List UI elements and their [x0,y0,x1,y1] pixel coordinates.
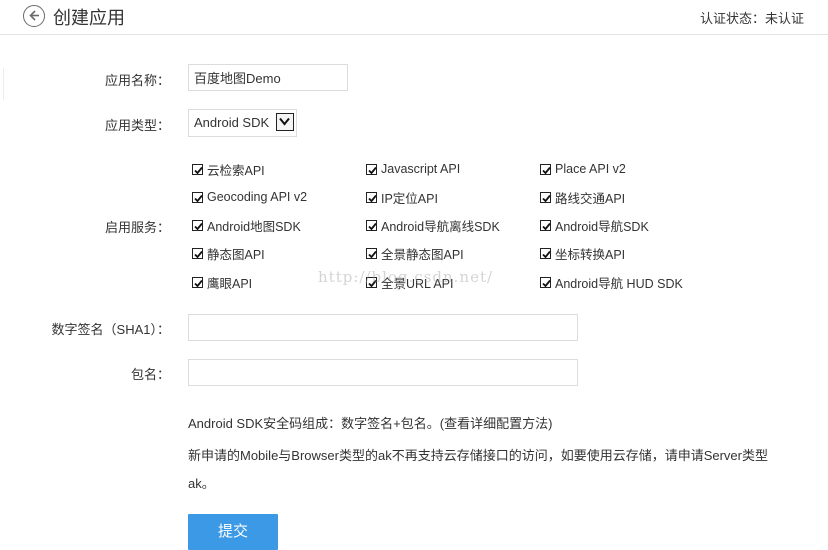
checkbox[interactable] [540,219,551,231]
checkmark-icon [542,279,551,287]
service-checkbox-item[interactable]: Android导航 HUD SDK [540,273,683,291]
arrow-left-circle-icon [29,10,39,21]
service-checkbox-label: IP定位API [381,191,438,206]
service-checkbox-label: Android导航 HUD SDK [555,276,683,291]
checkmark-icon [368,222,377,230]
certification-status: 认证状态：未认证 [700,8,804,27]
service-checkbox-label: Android导航SDK [555,219,649,234]
certification-status-label: 认证状态： [699,11,765,26]
checkmark-icon [542,222,551,230]
submit-button[interactable]: 提交 [188,514,278,550]
checkbox[interactable] [192,191,203,203]
service-checkbox-label: 路线交通API [555,191,626,206]
service-checkbox-label: Place API v2 [555,162,626,176]
service-checkbox-item[interactable]: IP定位API [366,188,438,206]
checkmark-icon [542,250,551,258]
chevron-down-icon [279,117,290,126]
checkbox[interactable] [366,219,377,231]
service-checkbox-label: Geocoding API v2 [207,190,308,204]
checkbox[interactable] [192,247,203,259]
app-name-label: 应用名称： [104,73,170,88]
app-type-select[interactable]: Android SDK [188,109,297,137]
checkbox[interactable] [366,247,377,259]
watermark-text: http://blog.csdn.net/ [318,268,494,286]
checkmark-icon [368,166,377,174]
checkmark-icon [368,250,377,258]
dropdown-arrow[interactable] [276,113,294,131]
checkmark-icon [542,166,551,174]
checkmark-icon [368,194,377,202]
checkmark-icon [194,194,203,202]
page-title: 创建应用 [53,8,125,28]
checkmark-icon [194,279,203,287]
services-label: 启用服务： [104,220,170,235]
service-checkbox-item[interactable]: 静态图API [192,244,265,262]
cloud-storage-note: 新申请的Mobile与Browser类型的ak不再支持云存储接口的访问，如要使用… [188,448,768,463]
app-type-label: 应用类型： [104,118,170,133]
checkmark-icon [542,194,551,202]
service-checkbox-label: 全景静态图API [381,247,464,262]
service-checkbox-label: Android导航离线SDK [381,219,500,234]
checkbox[interactable] [366,191,377,203]
service-checkbox-item[interactable]: 坐标转换API [540,244,625,262]
service-checkbox-label: 鹰眼API [207,276,253,291]
checkbox[interactable] [192,219,203,231]
checkbox[interactable] [540,276,551,288]
service-checkbox-item[interactable]: Android导航SDK [540,216,649,234]
config-method-link[interactable]: (查看详细配置方法) [440,416,553,431]
service-checkbox-label: Javascript API [381,162,461,176]
security-code-note: Android SDK安全码组成：数字签名+包名。(查看详细配置方法) [188,413,552,432]
checkbox[interactable] [366,163,377,175]
certification-status-value: 未认证 [764,11,804,26]
package-label: 包名： [130,367,170,382]
app-type-selected-value: Android SDK [194,115,270,130]
service-checkbox-item[interactable]: 路线交通API [540,188,625,206]
app-name-input[interactable] [188,64,348,91]
checkmark-icon [194,222,203,230]
service-checkbox-label: 静态图API [207,247,265,262]
security-code-note-text: Android SDK安全码组成：数字签名+包名。 [188,416,440,431]
service-checkbox-item[interactable]: 全景静态图API [366,244,464,262]
checkbox[interactable] [540,191,551,203]
service-checkbox-item[interactable]: Geocoding API v2 [192,188,307,206]
checkbox[interactable] [192,276,203,288]
service-checkbox-item[interactable]: 鹰眼API [192,273,252,291]
service-checkbox-item[interactable]: 云检索API [192,160,265,178]
checkmark-icon [194,250,203,258]
service-checkbox-item[interactable]: Android地图SDK [192,216,301,234]
sha1-label: 数字签名（SHA1）： [51,322,170,337]
checkmark-icon [194,166,203,174]
package-input[interactable] [188,359,578,386]
service-checkbox-label: 坐标转换API [555,247,626,262]
checkbox[interactable] [192,163,203,175]
service-checkbox-label: 云检索API [207,163,265,178]
cloud-storage-note-end: ak。 [188,476,215,491]
service-checkbox-label: Android地图SDK [207,219,301,234]
service-checkbox-item[interactable]: Android导航离线SDK [366,216,500,234]
checkbox[interactable] [540,163,551,175]
checkbox[interactable] [540,247,551,259]
page-header: 创建应用 认证状态：未认证 [0,0,828,35]
service-checkbox-item[interactable]: Place API v2 [540,160,626,178]
back-button[interactable] [23,5,45,27]
sha1-input[interactable] [188,314,578,341]
service-checkbox-item[interactable]: Javascript API [366,160,460,178]
